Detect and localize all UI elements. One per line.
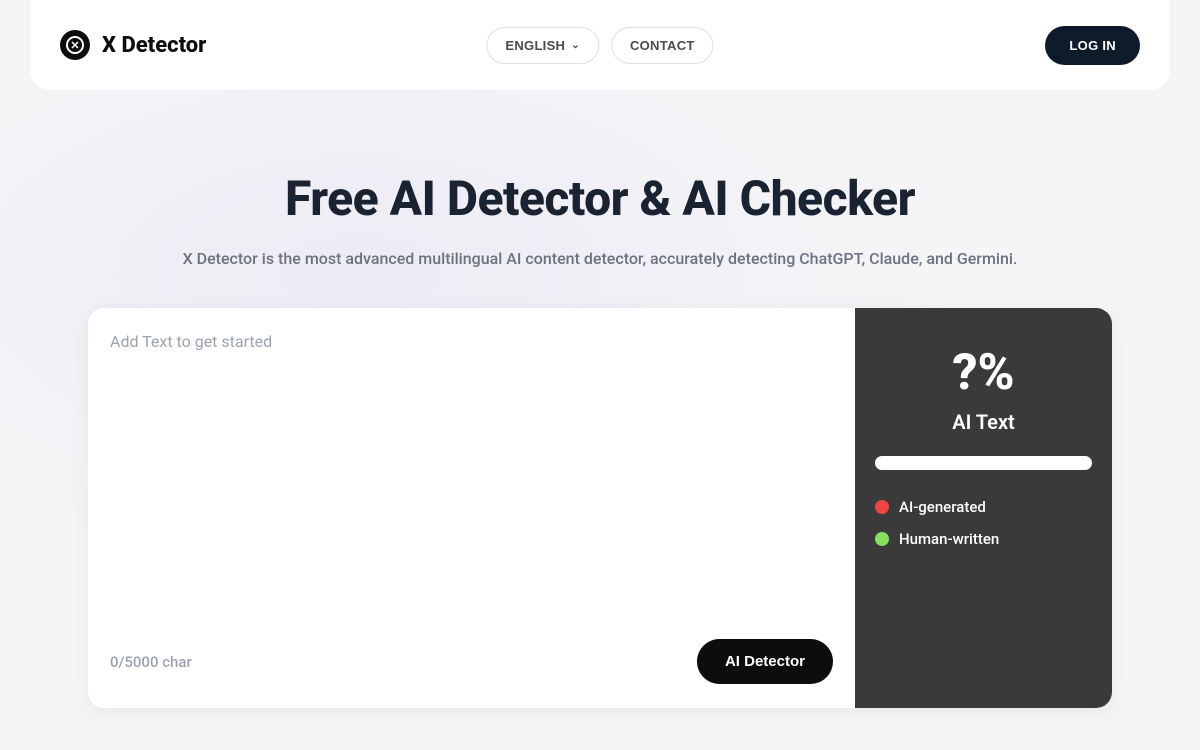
language-selector[interactable]: ENGLISH ⌄ [486, 27, 599, 64]
legend-human-label: Human-written [899, 530, 999, 548]
char-count: 0/5000 char [110, 653, 192, 671]
detect-button[interactable]: AI Detector [697, 639, 833, 684]
header: ✕ X Detector ENGLISH ⌄ CONTACT LOG IN [30, 0, 1170, 90]
chevron-down-icon: ⌄ [571, 40, 580, 51]
result-label: AI Text [875, 410, 1092, 434]
dot-green-icon [875, 532, 889, 546]
logo[interactable]: ✕ X Detector [60, 30, 206, 60]
logo-text: X Detector [102, 33, 206, 58]
contact-label: CONTACT [630, 38, 695, 53]
input-footer: 0/5000 char AI Detector [110, 639, 833, 684]
input-panel: 0/5000 char AI Detector [88, 308, 855, 708]
legend-item-human: Human-written [875, 530, 1092, 548]
legend-item-ai: AI-generated [875, 498, 1092, 516]
login-button[interactable]: LOG IN [1045, 26, 1140, 65]
page-title: Free AI Detector & AI Checker [0, 170, 1200, 227]
legend-ai-label: AI-generated [899, 498, 986, 516]
result-percentage: ?% [875, 348, 1092, 398]
detector-box: 0/5000 char AI Detector ?% AI Text AI-ge… [88, 308, 1112, 708]
dot-red-icon [875, 500, 889, 514]
progress-bar [875, 456, 1092, 470]
legend: AI-generated Human-written [875, 498, 1092, 548]
contact-button[interactable]: CONTACT [611, 27, 714, 64]
logo-icon: ✕ [60, 30, 90, 60]
nav-center: ENGLISH ⌄ CONTACT [486, 27, 713, 64]
main-content: Free AI Detector & AI Checker X Detector… [0, 90, 1200, 708]
text-input[interactable] [110, 332, 833, 627]
result-panel: ?% AI Text AI-generated Human-written [855, 308, 1112, 708]
language-label: ENGLISH [505, 38, 565, 53]
page-subtitle: X Detector is the most advanced multilin… [0, 249, 1200, 268]
